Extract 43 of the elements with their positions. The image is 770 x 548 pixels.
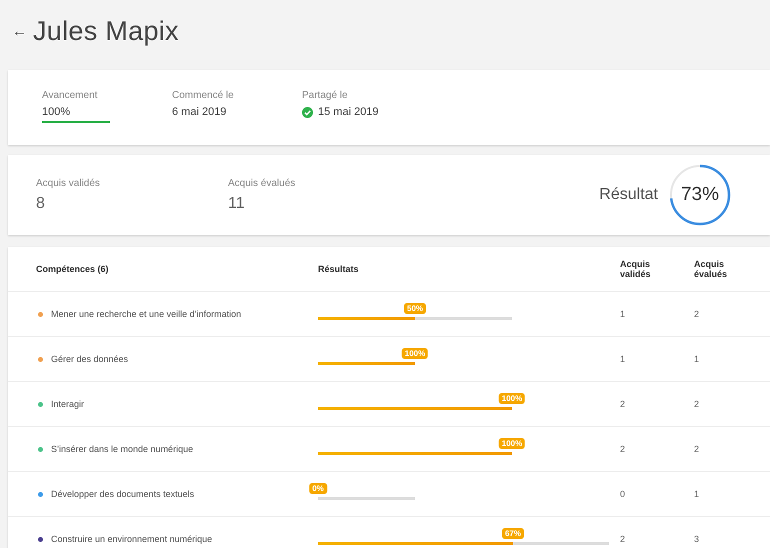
column-header: Acquis validés — [620, 259, 652, 279]
field-value: 100% — [42, 106, 72, 118]
table-cell-text: 2 — [694, 444, 700, 454]
column-header: Acquis évalués — [694, 259, 728, 279]
table-cell-text: 2 — [620, 444, 626, 454]
field-value: 6 mai 2019 — [172, 106, 228, 118]
stat-label: Acquis validés — [36, 178, 101, 188]
stat-value: 11 — [228, 194, 246, 212]
field-value: 15 mai 2019 — [318, 106, 379, 118]
percent-badge: 100% — [498, 392, 526, 404]
table-cell-text: 1 — [620, 309, 626, 319]
table-cell-text: 3 — [694, 534, 700, 544]
skill-name: Développer des documents textuels — [51, 489, 194, 499]
back-arrow[interactable]: ← — [12, 22, 27, 40]
table-cell-text: 2 — [694, 399, 700, 409]
table-cell-text: 1 — [694, 489, 700, 499]
skill-name: Construire un environnement numérique — [51, 534, 212, 544]
percent-badge: 0% — [309, 482, 327, 494]
column-header: Compétences (6) — [35, 264, 110, 274]
skill-name: Gérer des données — [51, 354, 128, 364]
percent-badge: 100% — [402, 348, 428, 358]
skill-name: Interagir — [51, 399, 84, 409]
skill-name: Mener une recherche et une veille d’information — [51, 309, 242, 319]
column-header: Résultats — [318, 264, 360, 274]
table-cell-text: 2 — [694, 309, 700, 319]
result-value: 73% — [680, 184, 720, 206]
field-label: Avancement — [42, 90, 98, 101]
field-label: Commencé le — [172, 90, 235, 101]
table-cell-text: 1 — [694, 354, 700, 364]
field-label: Partagé le — [302, 90, 349, 101]
table-cell-text: 0 — [620, 489, 626, 499]
table-cell-text: 2 — [620, 399, 626, 409]
table-cell-text: 2 — [620, 534, 626, 544]
percent-badge: 50% — [404, 302, 426, 314]
percent-badge: 67% — [502, 528, 524, 538]
stat-label: Acquis évalués — [228, 178, 296, 188]
stat-value: 8 — [36, 194, 46, 212]
skill-name: S’insérer dans le monde numérique — [51, 444, 194, 454]
page-title: Jules Mapix — [33, 16, 179, 46]
result-label: Résultat — [599, 186, 658, 204]
check-icon — [302, 106, 313, 118]
percent-badge: 100% — [498, 438, 526, 448]
table-cell-text: 1 — [620, 354, 626, 364]
